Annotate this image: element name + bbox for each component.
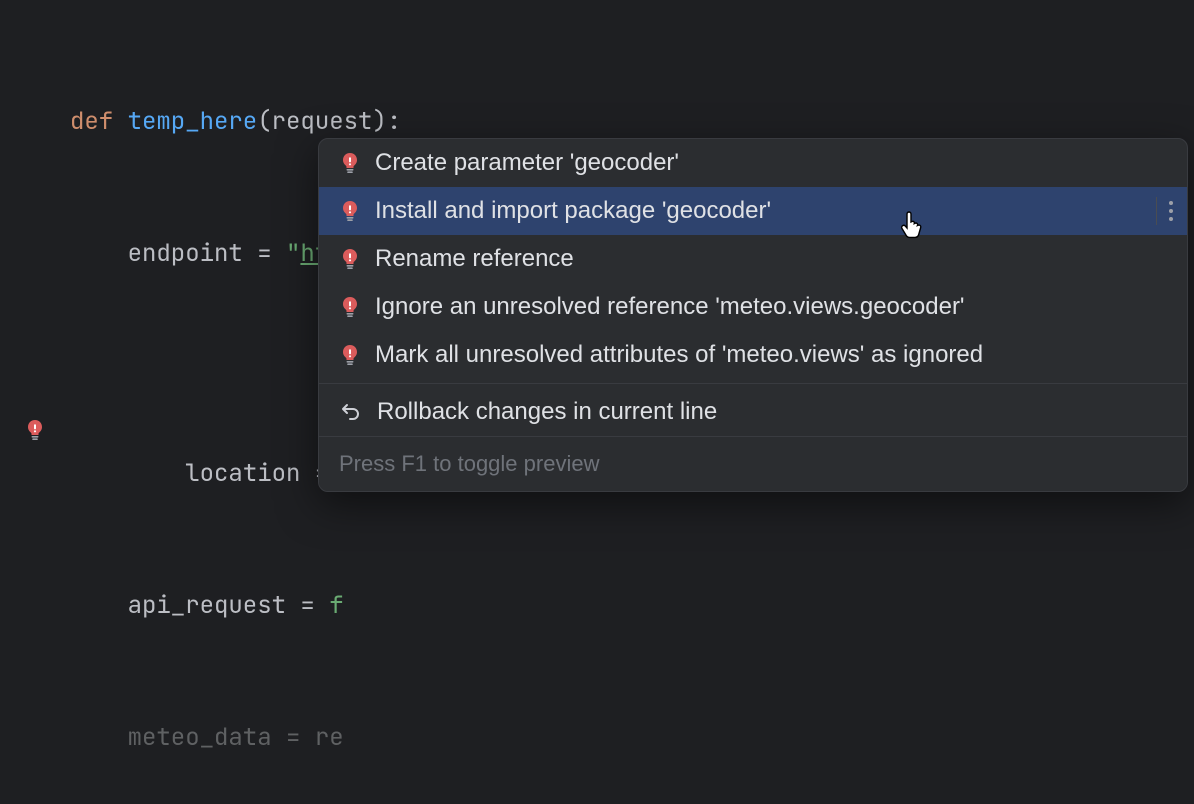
intention-action-label: Ignore an unresolved reference 'meteo.vi… — [375, 293, 1167, 321]
intention-action-item[interactable]: Install and import package 'geocoder' — [319, 187, 1187, 235]
paren-open: ( — [257, 106, 271, 137]
function-name: temp_here — [128, 106, 258, 137]
undo-icon — [339, 400, 363, 424]
intention-action-label: Mark all unresolved attributes of 'meteo… — [375, 341, 1167, 369]
keyword-def: def — [70, 106, 113, 137]
var-api-request: api_request — [128, 590, 286, 621]
popup-footer-hint: Press F1 to toggle preview — [319, 436, 1187, 491]
intention-action-item[interactable]: Mark all unresolved attributes of 'meteo… — [319, 331, 1187, 379]
var-location: location — [185, 458, 300, 489]
error-bulb-icon — [339, 152, 361, 174]
paren-close: ): — [372, 106, 401, 137]
var-endpoint: endpoint — [128, 238, 243, 269]
intention-action-label: Rename reference — [375, 245, 1167, 273]
more-options-icon[interactable] — [1156, 197, 1173, 225]
popup-separator — [319, 383, 1187, 384]
error-bulb-icon — [339, 248, 361, 270]
intention-action-label: Install and import package 'geocoder' — [375, 197, 1167, 225]
error-bulb-gutter-icon[interactable] — [24, 331, 110, 529]
rollback-action[interactable]: Rollback changes in current line — [319, 388, 1187, 436]
intention-action-item[interactable]: Rename reference — [319, 235, 1187, 283]
param-name: request — [272, 106, 373, 137]
fstring-prefix: f — [329, 590, 343, 621]
error-bulb-icon — [339, 200, 361, 222]
code-line: meteo_data = re — [0, 716, 1194, 760]
error-bulb-icon — [339, 344, 361, 366]
error-bulb-icon — [339, 296, 361, 318]
intention-actions-popup: Create parameter 'geocoder' Install and i… — [318, 138, 1188, 492]
var-meteo-data: meteo_data — [128, 722, 272, 753]
intention-action-item[interactable]: Create parameter 'geocoder' — [319, 139, 1187, 187]
code-line: api_request = f — [0, 584, 1194, 628]
intention-action-item[interactable]: Ignore an unresolved reference 'meteo.vi… — [319, 283, 1187, 331]
rollback-label: Rollback changes in current line — [377, 398, 1167, 426]
intention-action-label: Create parameter 'geocoder' — [375, 149, 1167, 177]
